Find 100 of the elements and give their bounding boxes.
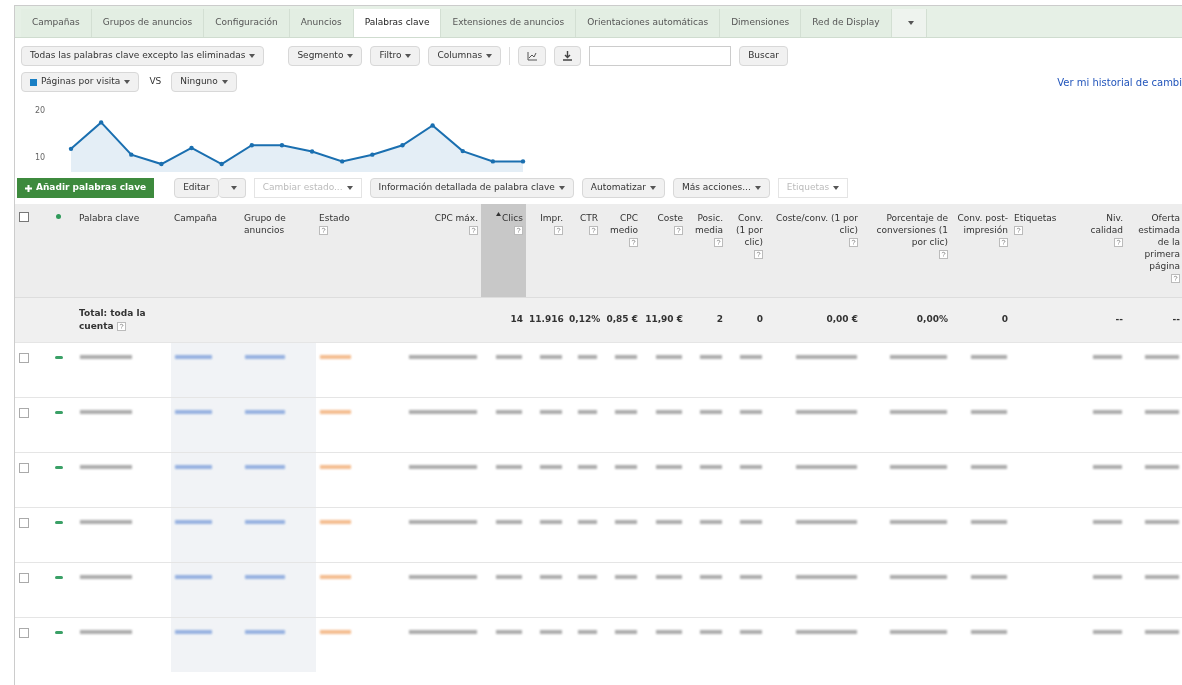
- blurred-content: [496, 354, 522, 359]
- blurred-content: [970, 574, 1007, 579]
- column-header[interactable]: Oferta estimada de la primera página: [1126, 204, 1182, 297]
- blurred-content: [739, 409, 762, 414]
- column-header[interactable]: CPC medio: [601, 204, 641, 297]
- total-cell: 0,85 €: [601, 297, 641, 342]
- help-icon[interactable]: [589, 226, 598, 235]
- help-icon[interactable]: [1014, 226, 1023, 235]
- blurred-content: [496, 464, 522, 469]
- add-keywords-button[interactable]: Añadir palabras clave: [17, 178, 155, 198]
- blurred-content: [175, 409, 213, 414]
- help-icon[interactable]: [754, 250, 763, 259]
- total-cell: 11,90 €: [641, 297, 686, 342]
- help-icon[interactable]: [629, 238, 638, 247]
- caret-icon: [405, 54, 412, 58]
- download-button[interactable]: [554, 46, 582, 66]
- metric-dropdown[interactable]: Páginas por visita: [21, 72, 140, 92]
- help-icon[interactable]: [514, 226, 523, 235]
- blurred-content: [699, 629, 722, 634]
- menu-dropdown[interactable]: Filtro: [370, 46, 421, 66]
- blurred-content: [80, 354, 133, 359]
- column-header[interactable]: Campaña: [171, 204, 241, 297]
- blurred-content: [1144, 464, 1179, 469]
- blurred-content: [496, 519, 522, 524]
- column-header[interactable]: Niv. calidad: [1076, 204, 1126, 297]
- column-header[interactable]: Etiquetas: [1011, 204, 1076, 297]
- blurred-content: [1092, 629, 1122, 634]
- column-header[interactable]: CPC máx.: [376, 204, 481, 297]
- blurred-content: [889, 464, 947, 469]
- menu-dropdown[interactable]: Información detallada de palabra clave: [369, 178, 574, 198]
- edit-button[interactable]: Editar: [174, 178, 219, 198]
- blurred-content: [409, 464, 477, 469]
- menu-dropdown[interactable]: Más acciones...: [673, 178, 770, 198]
- help-icon[interactable]: [714, 238, 723, 247]
- blurred-content: [970, 464, 1007, 469]
- checkbox[interactable]: [19, 462, 29, 473]
- blurred-content: [656, 629, 682, 634]
- help-icon[interactable]: [849, 238, 858, 247]
- total-cell: 0,00 €: [766, 297, 861, 342]
- chart-button[interactable]: [518, 46, 547, 66]
- help-icon[interactable]: [319, 226, 328, 235]
- menu-dropdown[interactable]: Automatizar: [581, 178, 665, 198]
- blurred-content: [1092, 464, 1122, 469]
- column-header[interactable]: CTR: [566, 204, 601, 297]
- menu-dropdown[interactable]: Segmento: [288, 46, 363, 66]
- blurred-content: [699, 574, 722, 579]
- menu-dropdown[interactable]: Columnas: [428, 46, 502, 66]
- caret-icon: [833, 186, 840, 190]
- history-link[interactable]: Ver mi historial de cambi: [1057, 74, 1182, 90]
- blurred-content: [245, 629, 286, 634]
- caret-icon: [558, 186, 565, 190]
- total-cell: Total: toda la cuenta: [76, 297, 171, 342]
- checkbox[interactable]: [19, 212, 29, 222]
- checkbox[interactable]: [19, 572, 29, 583]
- tab[interactable]: Palabras clave: [353, 9, 442, 37]
- compare-dropdown[interactable]: Ninguno: [171, 72, 237, 92]
- checkbox[interactable]: [19, 517, 29, 528]
- blurred-content: [739, 354, 762, 359]
- search-button[interactable]: Buscar: [739, 46, 788, 66]
- blurred-content: [739, 629, 762, 634]
- blurred-content: [796, 464, 857, 469]
- checkbox[interactable]: [19, 352, 29, 363]
- column-header[interactable]: Coste/conv. (1 por clic): [766, 204, 861, 297]
- help-icon[interactable]: [939, 250, 948, 259]
- help-icon[interactable]: [1114, 238, 1123, 247]
- filter-dropdown[interactable]: Todas las palabras clave excepto las eliminadas: [21, 46, 265, 66]
- help-icon[interactable]: [554, 226, 563, 235]
- blurred-content: [699, 464, 722, 469]
- column-header[interactable]: Coste: [641, 204, 686, 297]
- column-header[interactable]: Porcentaje de conversiones (1 por clic): [861, 204, 951, 297]
- caret-icon: [346, 186, 353, 190]
- blurred-content: [409, 409, 477, 414]
- blurred-content: [320, 519, 352, 524]
- column-header[interactable]: Palabra clave: [76, 204, 171, 297]
- column-header[interactable]: Grupo de anuncios: [241, 204, 316, 297]
- help-icon[interactable]: [116, 321, 126, 331]
- blurred-content: [320, 464, 352, 469]
- blurred-content: [80, 629, 133, 634]
- help-icon[interactable]: [469, 226, 478, 235]
- help-icon[interactable]: [999, 238, 1008, 247]
- total-cell: --: [1126, 297, 1182, 342]
- column-header[interactable]: Conv. (1 por clic): [726, 204, 766, 297]
- blurred-content: [409, 574, 477, 579]
- axis-label: 20: [35, 106, 47, 115]
- column-header[interactable]: Conv. post-impresión: [951, 204, 1011, 297]
- blurred-content: [80, 409, 133, 414]
- checkbox[interactable]: [19, 627, 29, 638]
- help-icon[interactable]: [1171, 274, 1180, 283]
- column-header[interactable]: Estado: [316, 204, 376, 297]
- blurred-content: [578, 409, 597, 414]
- column-header[interactable]: Impr.: [526, 204, 566, 297]
- search-field[interactable]: [589, 46, 732, 66]
- blurred-content: [539, 574, 562, 579]
- more-tabs-button[interactable]: [891, 9, 927, 37]
- edit-dropdown-button[interactable]: [218, 178, 246, 198]
- blurred-content: [245, 574, 286, 579]
- checkbox[interactable]: [19, 407, 29, 418]
- column-header[interactable]: Clics: [481, 204, 526, 297]
- help-icon[interactable]: [674, 226, 683, 235]
- column-header[interactable]: Posic. media: [686, 204, 726, 297]
